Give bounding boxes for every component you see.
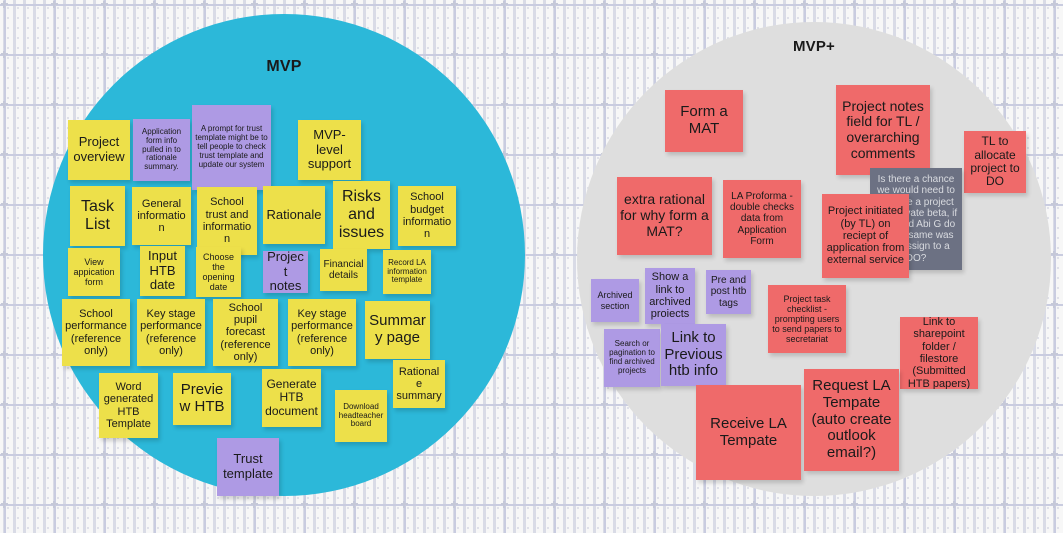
- sticky-note-text: Choose the opening date: [202, 251, 235, 293]
- sticky-note-text: A prompt for trust template might be to …: [195, 124, 268, 169]
- sticky-note-text: TL to allocate project to DO: [970, 134, 1020, 189]
- mvp-sticky-note[interactable]: MVP-level support: [298, 120, 361, 180]
- sticky-note-text: Task List: [81, 198, 114, 233]
- sticky-note-text: Request LA Tempate (auto create outlook …: [811, 377, 892, 462]
- mvp-plus-sticky-note[interactable]: Project initiated (by TL) on reciept of …: [822, 194, 909, 278]
- sticky-note-text: Archived section: [597, 290, 633, 311]
- mvp-sticky-note[interactable]: Project notes: [263, 251, 308, 293]
- sticky-note-text: General information: [137, 197, 186, 235]
- sticky-note-text: Form a MAT: [680, 103, 728, 137]
- mvp-plus-sticky-note[interactable]: TL to allocate project to DO: [964, 131, 1026, 193]
- sticky-note-text: Search or pagination to find archived pr…: [609, 339, 655, 375]
- sticky-note-text: School pupil forecast (reference only): [220, 301, 271, 363]
- mvp-title: MVP: [266, 58, 302, 75]
- mvp-sticky-note[interactable]: A prompt for trust template might be to …: [192, 105, 271, 190]
- mvp-sticky-note[interactable]: Key stage performance (reference only): [137, 299, 205, 366]
- mvp-plus-sticky-note[interactable]: extra rational for why form a MAT?: [617, 177, 712, 255]
- sticky-note-text: School budget information: [402, 191, 452, 241]
- sticky-note-text: Rationale: [266, 206, 322, 222]
- sticky-note-text: Key stage performance (reference only): [291, 307, 353, 357]
- mvp-sticky-note[interactable]: Word generated HTB Template: [99, 373, 158, 438]
- sticky-note-text: Pre and post htb tags: [710, 275, 747, 309]
- sticky-note-text: Preview HTB: [179, 381, 225, 415]
- mvp-sticky-note[interactable]: School trust and information: [197, 187, 257, 255]
- sticky-note-text: Project notes field for TL / overarching…: [842, 97, 924, 161]
- mvp-sticky-note[interactable]: Record LA information template: [383, 250, 431, 294]
- mvp-sticky-note[interactable]: Input HTB date: [140, 246, 185, 296]
- sticky-note-text: Rationale summary: [396, 365, 442, 403]
- sticky-note-text: Record LA information template: [387, 257, 427, 285]
- mvp-sticky-note[interactable]: Rationale: [263, 186, 325, 244]
- sticky-note-text: Project task checklist - prompting users…: [772, 293, 842, 345]
- mvp-sticky-note[interactable]: Risks and issues: [333, 181, 390, 249]
- mvp-sticky-note[interactable]: School budget information: [398, 186, 456, 246]
- sticky-note-text: Risks and issues: [338, 188, 385, 241]
- mvp-sticky-note[interactable]: Summary page: [365, 301, 430, 359]
- sticky-note-text: Input HTB date: [148, 248, 177, 293]
- mvp-plus-sticky-note[interactable]: Request LA Tempate (auto create outlook …: [804, 369, 899, 471]
- sticky-note-text: Link to sharepoint folder / filestore (S…: [907, 317, 971, 389]
- sticky-note-text: Generate HTB document: [265, 376, 318, 418]
- sticky-note-text: Key stage performance (reference only): [140, 307, 202, 357]
- mvp-sticky-note[interactable]: Rationale summary: [393, 360, 445, 408]
- sticky-note-text: Receive LA Tempate: [710, 414, 787, 449]
- mvp-sticky-note[interactable]: Preview HTB: [173, 373, 231, 425]
- mvp-sticky-note[interactable]: General information: [132, 187, 191, 245]
- mvp-sticky-note[interactable]: Financial details: [320, 249, 367, 291]
- sticky-note-text: Summary page: [369, 312, 426, 346]
- sticky-note-text: Project initiated (by TL) on reciept of …: [826, 205, 905, 267]
- sticky-note-text: Link to Previous htb info: [664, 328, 723, 380]
- mvp-sticky-note[interactable]: School performance (reference only): [62, 299, 130, 366]
- mvp-sticky-note[interactable]: Project overview: [68, 120, 130, 180]
- sticky-note-text: MVP-level support: [307, 127, 352, 172]
- mvp-plus-sticky-note[interactable]: Link to Previous htb info: [661, 324, 726, 386]
- sticky-note-text: Show a link to archived proiects: [649, 271, 691, 321]
- mvp-sticky-note[interactable]: Trust template: [217, 438, 279, 496]
- mvp-plus-sticky-note[interactable]: Form a MAT: [665, 90, 743, 152]
- mvp-sticky-note[interactable]: Application form info pulled in to ratio…: [133, 119, 190, 181]
- mvp-sticky-note[interactable]: Choose the opening date: [196, 247, 241, 297]
- mvp-plus-sticky-note[interactable]: Link to sharepoint folder / filestore (S…: [900, 317, 978, 389]
- mvp-plus-title: MVP+: [792, 38, 836, 55]
- mvp-plus-sticky-note[interactable]: Show a link to archived proiects: [645, 268, 695, 324]
- mvp-plus-sticky-note[interactable]: LA Proforma - double checks data from Ap…: [723, 180, 801, 258]
- mvp-plus-sticky-note[interactable]: Archived section: [591, 279, 639, 322]
- mvp-sticky-note[interactable]: Generate HTB document: [262, 369, 321, 427]
- mvp-sticky-note[interactable]: View appication form: [68, 248, 120, 296]
- sticky-note-text: Download headteacher board: [338, 401, 384, 429]
- sticky-note-text: School trust and information: [202, 196, 252, 246]
- sticky-note-text: View appication form: [73, 256, 115, 288]
- mvp-plus-sticky-note[interactable]: Project notes field for TL / overarching…: [836, 85, 930, 175]
- sticky-note-text: Trust template: [223, 451, 273, 481]
- mvp-plus-sticky-note[interactable]: Receive LA Tempate: [696, 385, 801, 480]
- sticky-note-text: LA Proforma - double checks data from Ap…: [730, 191, 794, 247]
- mvp-sticky-note[interactable]: School pupil forecast (reference only): [213, 299, 278, 366]
- mvp-plus-sticky-note[interactable]: Project task checklist - prompting users…: [768, 285, 846, 353]
- whiteboard-canvas[interactable]: MVP+ MVP Project overview Application for…: [0, 0, 1063, 533]
- mvp-plus-sticky-note[interactable]: Pre and post htb tags: [706, 270, 751, 314]
- sticky-note-text: Financial details: [323, 258, 364, 281]
- sticky-note-text: School performance (reference only): [65, 307, 127, 357]
- mvp-sticky-note[interactable]: Task List: [70, 186, 125, 246]
- sticky-note-text: Project notes: [267, 251, 304, 293]
- sticky-note-text: Application form info pulled in to ratio…: [141, 126, 182, 172]
- sticky-note-text: Word generated HTB Template: [103, 380, 154, 430]
- sticky-note-text: Project overview: [73, 134, 125, 164]
- mvp-sticky-note[interactable]: Key stage performance (reference only): [288, 299, 356, 366]
- sticky-note-text: extra rational for why form a MAT?: [620, 191, 709, 239]
- mvp-sticky-note[interactable]: Download headteacher board: [335, 390, 387, 442]
- mvp-plus-sticky-note[interactable]: Search or pagination to find archived pr…: [604, 329, 660, 387]
